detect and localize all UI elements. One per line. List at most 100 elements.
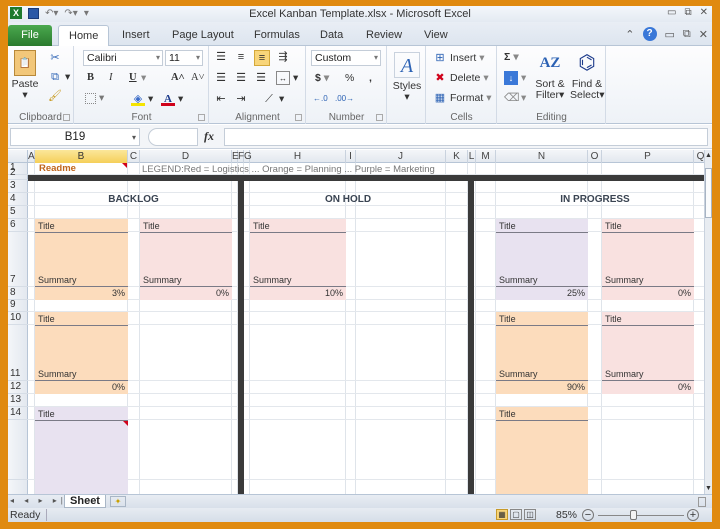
zoom-slider-track[interactable] [598, 515, 684, 516]
kanban-card[interactable]: Title Summary 25% [496, 219, 588, 300]
column-header-q[interactable]: Q [694, 150, 704, 163]
underline-dropdown-icon[interactable]: ▾ [141, 72, 146, 84]
page-break-view-icon[interactable]: ◫ [524, 509, 536, 520]
tab-page-layout[interactable]: Page Layout [162, 25, 244, 46]
column-header-h[interactable]: H [250, 150, 346, 163]
kanban-card[interactable]: Title Summary 0% [602, 219, 694, 300]
format-cells-button[interactable]: ▦ Format ▾ [433, 91, 492, 105]
close-icon[interactable]: ✕ [700, 7, 708, 18]
kanban-card[interactable]: Title Summary 0% [140, 219, 232, 300]
number-dialog-launcher[interactable] [376, 114, 383, 121]
column-header-a[interactable]: A [28, 150, 35, 163]
row-header-7[interactable]: 7 [8, 232, 28, 287]
zoom-slider-thumb[interactable] [630, 510, 637, 520]
tab-file[interactable]: File [8, 25, 52, 46]
vertical-scrollbar[interactable]: ▲ ▼ [704, 150, 712, 494]
scroll-down-icon[interactable]: ▼ [705, 485, 712, 492]
minimize-icon[interactable]: ▭ [667, 7, 676, 18]
column-header-p[interactable]: P [602, 150, 694, 163]
decrease-indent-button[interactable]: ⇤ [214, 92, 228, 106]
collapse-ribbon-icon[interactable]: ⌃ [625, 28, 634, 41]
sheet-nav-arrows[interactable]: ◂ ◂ ▸ ▸| [10, 496, 67, 505]
split-box[interactable] [698, 497, 706, 507]
merge-center-button[interactable]: ↔ ▾ [276, 71, 298, 85]
zoom-level[interactable]: 85% [556, 509, 577, 521]
formula-bar-handle[interactable] [148, 128, 198, 146]
increase-indent-button[interactable]: ⇥ [234, 92, 248, 106]
sheet-tab[interactable]: Sheet [64, 495, 106, 508]
tab-review[interactable]: Review [356, 25, 412, 46]
column-header-n[interactable]: N [496, 150, 588, 163]
column-header-k[interactable]: K [446, 150, 468, 163]
grow-font-button[interactable]: A˄ [171, 72, 185, 83]
row-header-11[interactable]: 11 [8, 325, 28, 381]
bold-button[interactable]: B [87, 72, 94, 83]
row-header-14[interactable]: 14 [8, 407, 28, 420]
kanban-card[interactable]: Title Summary 0% [35, 312, 128, 394]
workbook-minimize-icon[interactable]: ▭ [665, 28, 675, 41]
zoom-in-button[interactable]: + [687, 509, 699, 521]
orientation-button[interactable]: ⟋ ▾ [262, 92, 284, 106]
center-button[interactable]: ☰ [234, 71, 248, 85]
tab-home[interactable]: Home [58, 25, 110, 46]
row-header-3[interactable]: 3 [8, 180, 28, 193]
row-header-9[interactable]: 9 [8, 299, 28, 312]
comma-button[interactable]: , [369, 72, 372, 84]
row-header-5[interactable]: 5 [8, 206, 28, 219]
kanban-card[interactable]: Title [35, 407, 128, 494]
find-select-button[interactable]: ⌬ Find & Select▾ [570, 50, 604, 101]
column-header-m[interactable]: M [476, 150, 496, 163]
underline-button[interactable]: U [129, 72, 137, 83]
insert-function-button[interactable]: fx [204, 129, 214, 144]
styles-button[interactable]: A Styles ▾ [392, 52, 422, 103]
number-format-select[interactable]: Custom ▾ [311, 50, 381, 66]
kanban-card[interactable]: Title Summary 90% [496, 312, 588, 394]
row-header-4[interactable]: 4 [8, 193, 28, 206]
align-right-button[interactable]: ☰ [254, 71, 268, 85]
workbook-restore-icon[interactable]: ⧉ [683, 28, 691, 41]
scroll-up-icon[interactable]: ▲ [705, 152, 712, 159]
kanban-card[interactable]: Title Summary 0% [602, 312, 694, 394]
bottom-align-button[interactable]: ≡ [254, 50, 270, 66]
cut-button[interactable]: ✂ [48, 51, 62, 65]
copy-button[interactable]: ⧉ ▾ [48, 70, 70, 84]
increase-decimal-button[interactable]: ←.0 [313, 94, 328, 103]
delete-cells-button[interactable]: ✖ Delete ▾ [433, 71, 488, 85]
row-header-15[interactable] [8, 420, 28, 480]
restore-icon[interactable]: ⧉ [684, 7, 691, 18]
vertical-scroll-thumb[interactable] [705, 168, 712, 218]
kanban-card[interactable]: Title [496, 407, 588, 494]
middle-align-button[interactable]: ≡ [234, 50, 248, 64]
font-name-select[interactable]: Calibri ▾ [83, 50, 163, 66]
font-dialog-launcher[interactable] [198, 114, 205, 121]
clipboard-dialog-launcher[interactable] [63, 114, 70, 121]
page-layout-view-icon[interactable]: ▢ [510, 509, 522, 520]
top-align-button[interactable]: ☰ [214, 50, 228, 64]
spreadsheet-grid[interactable]: ABCDEFGHIJKLMNOPQ 1 2 3 4 5 6 7 8 9 10 11 12 13 14 Re… [8, 150, 704, 494]
tab-data[interactable]: Data [310, 25, 353, 46]
workbook-close-icon[interactable]: ✕ [699, 28, 708, 41]
italic-button[interactable]: I [109, 72, 113, 83]
readme-cell[interactable]: Readme [39, 163, 76, 174]
column-header-o[interactable]: O [588, 150, 602, 163]
kanban-card[interactable]: Title Summary 3% [35, 219, 128, 300]
font-color-button[interactable]: A ▾ [161, 92, 183, 106]
format-painter-button[interactable]: 🖌 [48, 89, 62, 103]
column-header-b[interactable]: B [35, 150, 128, 163]
row-header-12[interactable]: 12 [8, 381, 28, 394]
tab-view[interactable]: View [414, 25, 458, 46]
shrink-font-button[interactable]: A˅ [191, 72, 205, 83]
currency-button[interactable]: $ ▾ [315, 72, 329, 84]
clear-button[interactable]: ⌫ ▾ [504, 91, 526, 105]
tab-insert[interactable]: Insert [112, 25, 160, 46]
fill-button[interactable]: ↓ ▾ [504, 71, 526, 85]
column-header-d[interactable]: D [140, 150, 232, 163]
kanban-card[interactable]: Title Summary 10% [250, 219, 346, 300]
decrease-decimal-button[interactable]: .00→ [335, 94, 354, 103]
tab-formulas[interactable]: Formulas [244, 25, 310, 46]
row-header-10[interactable]: 10 [8, 312, 28, 325]
row-header-13[interactable]: 13 [8, 394, 28, 407]
font-size-select[interactable]: 11 ▾ [165, 50, 203, 66]
align-left-button[interactable]: ☰ [214, 71, 228, 85]
wrap-text-button[interactable]: ⇶ [276, 50, 290, 64]
